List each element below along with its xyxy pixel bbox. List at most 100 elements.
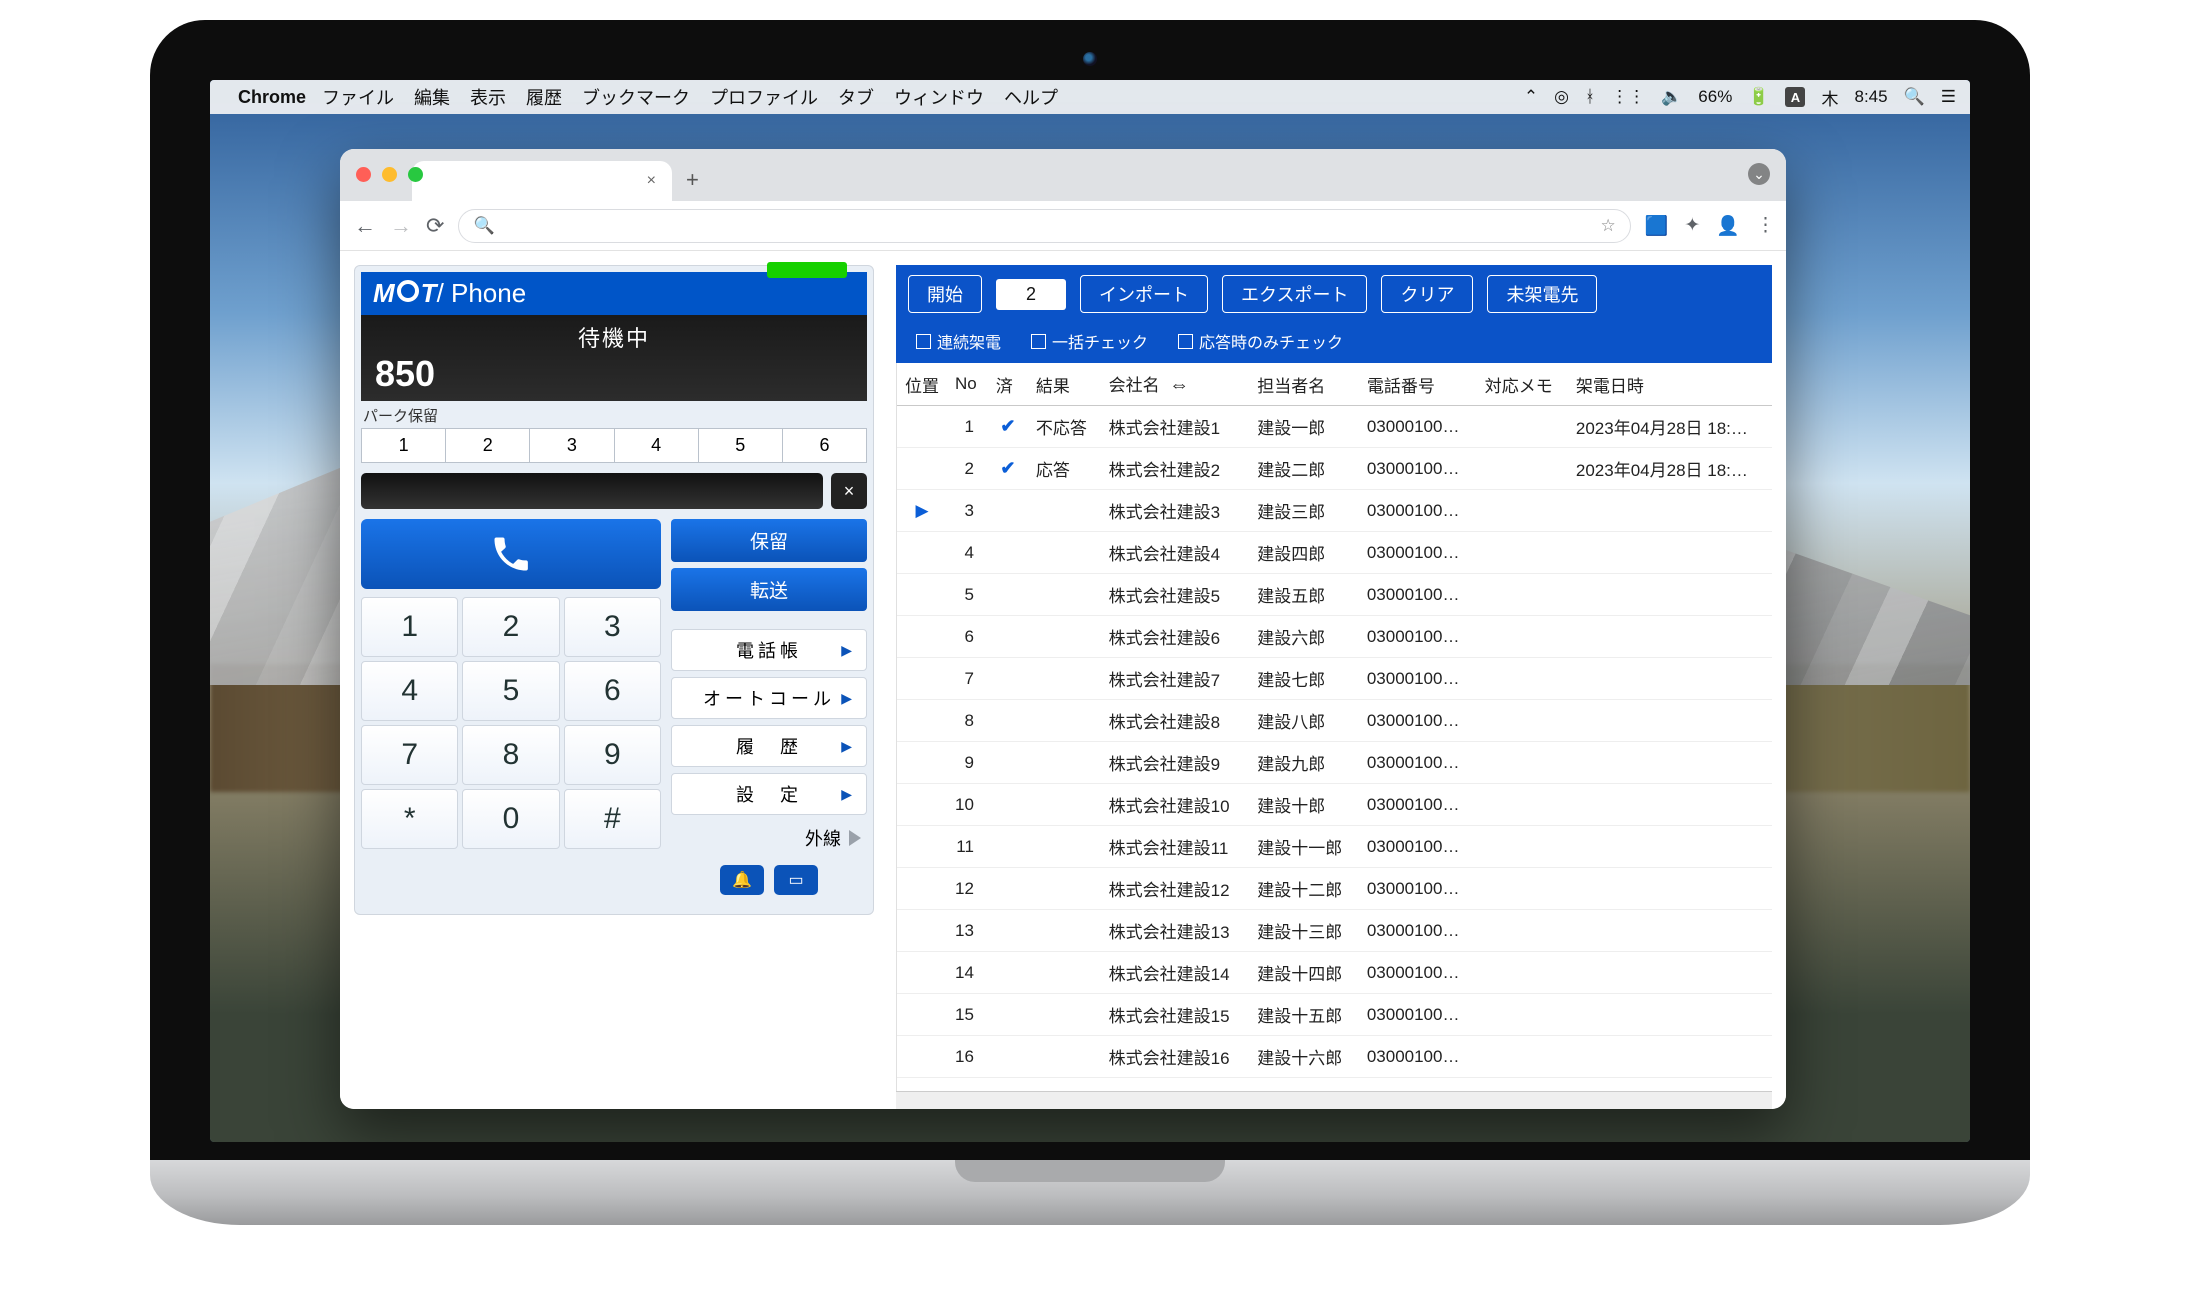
keypad-key[interactable]: * bbox=[361, 789, 458, 849]
table-row[interactable]: 5株式会社建設5建設五郎03000100… bbox=[897, 574, 1772, 616]
keypad-key[interactable]: 8 bbox=[462, 725, 559, 785]
keypad-key[interactable]: 7 bbox=[361, 725, 458, 785]
col-memo[interactable]: 対応メモ bbox=[1477, 363, 1568, 406]
history-button[interactable]: 履 歴▶ bbox=[671, 725, 867, 767]
count-input[interactable]: 2 bbox=[996, 279, 1066, 310]
window-close-icon[interactable] bbox=[356, 167, 371, 182]
col-contact[interactable]: 担当者名 bbox=[1249, 363, 1359, 406]
col-no[interactable]: No bbox=[947, 363, 988, 406]
table-row[interactable]: 12株式会社建設12建設十二郎03000100… bbox=[897, 868, 1772, 910]
menubar-time[interactable]: 8:45 bbox=[1854, 87, 1887, 107]
call-button[interactable] bbox=[361, 519, 661, 589]
col-tel[interactable]: 電話番号 bbox=[1359, 363, 1477, 406]
dial-input[interactable] bbox=[361, 473, 823, 509]
window-minimize-icon[interactable] bbox=[382, 167, 397, 182]
bookmark-star-icon[interactable]: ☆ bbox=[1600, 216, 1615, 236]
call-table-wrap[interactable]: 位置 No 済 結果 会社名 ⇔ 担当者名 電話番号 対応メモ 架電日時 bbox=[896, 363, 1772, 1091]
keypad-key[interactable]: 1 bbox=[361, 597, 458, 657]
col-done[interactable]: 済 bbox=[988, 363, 1028, 406]
horizontal-scrollbar[interactable] bbox=[896, 1091, 1772, 1109]
table-row[interactable]: 11株式会社建設11建設十一郎03000100… bbox=[897, 826, 1772, 868]
menubar-menu-item[interactable]: 履歴 bbox=[526, 88, 562, 108]
omnibox[interactable]: 🔍 ☆ bbox=[458, 209, 1630, 243]
menubar-menu-item[interactable]: 編集 bbox=[414, 88, 450, 108]
park-slot[interactable]: 1 bbox=[362, 429, 445, 462]
table-row[interactable]: 6株式会社建設6建設六郎03000100… bbox=[897, 616, 1772, 658]
col-datetime[interactable]: 架電日時 bbox=[1568, 363, 1772, 406]
table-row[interactable]: 8株式会社建設8建設八郎03000100… bbox=[897, 700, 1772, 742]
col-pos[interactable]: 位置 bbox=[897, 363, 947, 406]
park-slot[interactable]: 4 bbox=[614, 429, 698, 462]
backspace-button[interactable]: × bbox=[831, 473, 867, 509]
back-button[interactable]: ← bbox=[354, 213, 376, 239]
missed-button[interactable]: 未架電先 bbox=[1487, 275, 1597, 313]
continuous-call-checkbox[interactable]: 連続架電 bbox=[916, 329, 1001, 353]
table-row[interactable]: 7株式会社建設7建設七郎03000100… bbox=[897, 658, 1772, 700]
table-row[interactable]: 15株式会社建設15建設十五郎03000100… bbox=[897, 994, 1772, 1036]
menubar-app-name[interactable]: Chrome bbox=[238, 87, 306, 108]
clear-button[interactable]: クリア bbox=[1381, 275, 1473, 313]
park-slot[interactable]: 3 bbox=[529, 429, 613, 462]
bell-button[interactable]: 🔔 bbox=[720, 865, 764, 895]
phonebook-button[interactable]: 電話帳▶ bbox=[671, 629, 867, 671]
browser-tab[interactable]: × bbox=[412, 161, 672, 201]
table-row[interactable]: 2✔応答株式会社建設2建設二郎03000100…2023年04月28日 18:… bbox=[897, 448, 1772, 490]
profile-icon[interactable]: 👤 bbox=[1716, 214, 1740, 238]
swap-icon[interactable]: ⇔ bbox=[1169, 374, 1185, 396]
bluetooth-icon[interactable]: ᚼ bbox=[1585, 87, 1595, 107]
settings-button[interactable]: 設 定▶ bbox=[671, 773, 867, 815]
col-company[interactable]: 会社名 ⇔ bbox=[1101, 363, 1250, 406]
battery-icon[interactable]: 🔋 bbox=[1748, 87, 1769, 107]
wifi-icon[interactable]: ⋮⋮ bbox=[1611, 87, 1645, 107]
answered-only-checkbox[interactable]: 応答時のみチェック bbox=[1178, 329, 1343, 353]
keypad-key[interactable]: 6 bbox=[564, 661, 661, 721]
menubar-day[interactable]: 木 bbox=[1821, 85, 1838, 110]
new-tab-button[interactable]: + bbox=[686, 167, 699, 201]
tab-close-icon[interactable]: × bbox=[647, 172, 656, 190]
volume-icon[interactable]: 🔈 bbox=[1661, 87, 1682, 107]
autocall-button[interactable]: オートコール▶ bbox=[671, 677, 867, 719]
bulk-check-checkbox[interactable]: 一括チェック bbox=[1031, 329, 1148, 353]
table-row[interactable]: 13株式会社建設13建設十三郎03000100… bbox=[897, 910, 1772, 952]
table-row[interactable]: 14株式会社建設14建設十四郎03000100… bbox=[897, 952, 1772, 994]
extensions-icon[interactable]: ✦ bbox=[1684, 214, 1700, 237]
keypad-key[interactable]: 3 bbox=[564, 597, 661, 657]
hold-button[interactable]: 保留 bbox=[671, 519, 867, 562]
menubar-menu-item[interactable]: ブックマーク bbox=[582, 88, 690, 108]
control-center-icon[interactable]: ⌃ bbox=[1524, 87, 1538, 107]
keypad-key[interactable]: 4 bbox=[361, 661, 458, 721]
table-row[interactable]: 1✔不応答株式会社建設1建設一郎03000100…2023年04月28日 18:… bbox=[897, 406, 1772, 448]
table-row[interactable]: 9株式会社建設9建設九郎03000100… bbox=[897, 742, 1772, 784]
export-button[interactable]: エクスポート bbox=[1222, 275, 1367, 313]
chrome-menu-icon[interactable]: ⋮ bbox=[1756, 214, 1772, 237]
menubar-menu-item[interactable]: ウィンドウ bbox=[894, 88, 984, 108]
spotlight-icon[interactable]: 🔍 bbox=[1904, 87, 1925, 107]
import-button[interactable]: インポート bbox=[1080, 275, 1208, 313]
window-zoom-icon[interactable] bbox=[408, 167, 423, 182]
ime-indicator[interactable]: A bbox=[1785, 87, 1805, 107]
table-row[interactable]: 16株式会社建設16建設十六郎03000100… bbox=[897, 1036, 1772, 1078]
menubar-menu-item[interactable]: 表示 bbox=[470, 88, 506, 108]
park-slot[interactable]: 2 bbox=[445, 429, 529, 462]
keypad-key[interactable]: 0 bbox=[462, 789, 559, 849]
menubar-menu-item[interactable]: プロファイル bbox=[710, 88, 818, 108]
keypad-key[interactable]: 5 bbox=[462, 661, 559, 721]
battery-percent[interactable]: 66% bbox=[1698, 87, 1732, 107]
control-list-icon[interactable]: ☰ bbox=[1941, 87, 1956, 107]
airdrop-icon[interactable]: ◎ bbox=[1554, 87, 1569, 107]
transfer-button[interactable]: 転送 bbox=[671, 568, 867, 611]
reload-button[interactable]: ⟳ bbox=[426, 213, 444, 239]
forward-button[interactable]: → bbox=[390, 213, 412, 239]
start-button[interactable]: 開始 bbox=[908, 275, 982, 313]
keypad-key[interactable]: 2 bbox=[462, 597, 559, 657]
translate-icon[interactable]: 🟦 bbox=[1645, 214, 1669, 238]
park-slot[interactable]: 5 bbox=[698, 429, 782, 462]
keypad-key[interactable]: 9 bbox=[564, 725, 661, 785]
external-line[interactable]: 外線 bbox=[671, 821, 867, 855]
table-row[interactable]: 10株式会社建設10建設十郎03000100… bbox=[897, 784, 1772, 826]
col-result[interactable]: 結果 bbox=[1028, 363, 1101, 406]
menubar-menu-item[interactable]: ヘルプ bbox=[1004, 88, 1058, 108]
park-slot[interactable]: 6 bbox=[782, 429, 866, 462]
book-button[interactable]: ▭ bbox=[774, 865, 818, 895]
tabstrip-collapse-icon[interactable]: ⌄ bbox=[1748, 163, 1770, 185]
